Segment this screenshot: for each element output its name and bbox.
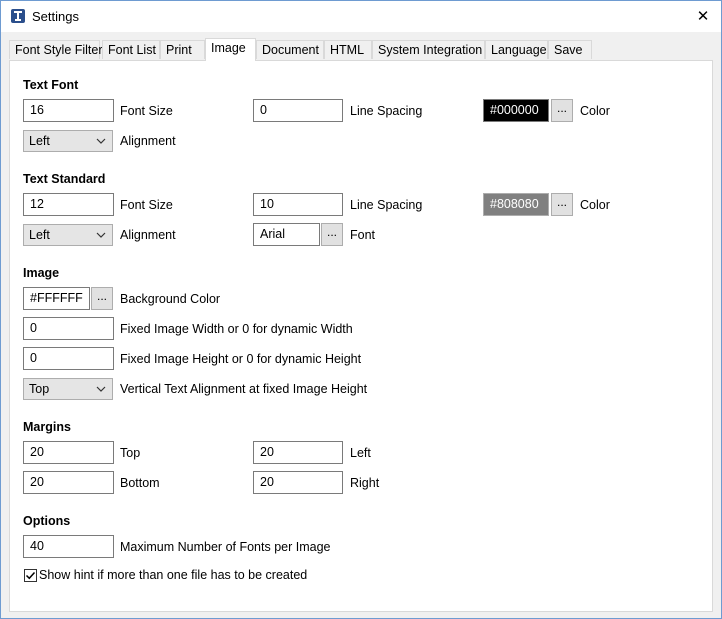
fixed-height-input[interactable]: 0 bbox=[23, 347, 114, 370]
text-font-color-swatch[interactable]: #000000 bbox=[483, 99, 549, 122]
tab-font-style-filter[interactable]: Font Style Filter bbox=[9, 40, 103, 59]
margin-top-input[interactable]: 20 bbox=[23, 441, 114, 464]
margin-left-label: Left bbox=[350, 446, 371, 460]
margin-right-input[interactable]: 20 bbox=[253, 471, 343, 494]
tab-html[interactable]: HTML bbox=[324, 40, 372, 59]
background-color-button[interactable]: ... bbox=[91, 287, 113, 310]
app-logo-icon bbox=[11, 9, 25, 23]
text-standard-font-size-label: Font Size bbox=[120, 198, 173, 212]
text-standard-color-button[interactable]: ... bbox=[551, 193, 573, 216]
margin-top-label: Top bbox=[120, 446, 141, 460]
max-fonts-input[interactable]: 40 bbox=[23, 535, 114, 558]
hint-checkbox-label[interactable]: Show hint if more than one file has to b… bbox=[39, 568, 307, 582]
hint-checkbox[interactable] bbox=[24, 569, 37, 582]
text-standard-line-spacing-label: Line Spacing bbox=[350, 198, 423, 212]
text-font-size-label: Font Size bbox=[120, 104, 173, 118]
background-color-input[interactable]: #FFFFFF bbox=[23, 287, 90, 310]
chevron-down-icon bbox=[96, 138, 106, 144]
text-standard-heading: Text Standard bbox=[23, 172, 106, 186]
background-color-label: Background Color bbox=[120, 292, 221, 306]
chevron-down-icon bbox=[96, 232, 106, 238]
text-standard-alignment-value: Left bbox=[29, 228, 50, 242]
settings-window: Settings ✕ Font Style Filter Font List P… bbox=[0, 0, 722, 619]
chevron-down-icon bbox=[96, 386, 106, 392]
text-standard-color-label: Color bbox=[580, 198, 610, 212]
fixed-width-label: Fixed Image Width or 0 for dynamic Width bbox=[120, 322, 353, 336]
title-bar: Settings ✕ bbox=[1, 1, 721, 32]
text-font-line-spacing-input[interactable]: 0 bbox=[253, 99, 343, 122]
margin-left-input[interactable]: 20 bbox=[253, 441, 343, 464]
text-standard-font-input[interactable]: Arial bbox=[253, 223, 320, 246]
text-standard-alignment-select[interactable]: Left bbox=[23, 224, 113, 246]
text-standard-font-button[interactable]: ... bbox=[321, 223, 343, 246]
margin-bottom-label: Bottom bbox=[120, 476, 160, 490]
vertical-alignment-value: Top bbox=[29, 382, 50, 396]
text-font-alignment-select[interactable]: Left bbox=[23, 130, 113, 152]
vertical-alignment-label: Vertical Text Alignment at fixed Image H… bbox=[120, 382, 368, 396]
text-font-alignment-value: Left bbox=[29, 134, 50, 148]
vertical-alignment-select[interactable]: Top bbox=[23, 378, 113, 400]
tab-strip: Font Style Filter Font List Print Image … bbox=[9, 38, 709, 61]
fixed-height-label: Fixed Image Height or 0 for dynamic Heig… bbox=[120, 352, 362, 366]
fixed-width-input[interactable]: 0 bbox=[23, 317, 114, 340]
close-icon[interactable]: ✕ bbox=[685, 1, 721, 32]
margin-bottom-input[interactable]: 20 bbox=[23, 471, 114, 494]
text-standard-line-spacing-input[interactable]: 10 bbox=[253, 193, 343, 216]
tab-save[interactable]: Save bbox=[548, 40, 592, 59]
margins-heading: Margins bbox=[23, 420, 71, 434]
text-font-color-label: Color bbox=[580, 104, 610, 118]
image-heading: Image bbox=[23, 266, 60, 280]
text-font-color-button[interactable]: ... bbox=[551, 99, 573, 122]
max-fonts-label: Maximum Number of Fonts per Image bbox=[120, 540, 331, 554]
window-title: Settings bbox=[32, 9, 79, 24]
tab-image[interactable]: Image bbox=[205, 38, 256, 61]
text-standard-color-swatch[interactable]: #808080 bbox=[483, 193, 549, 216]
text-standard-font-size-input[interactable]: 12 bbox=[23, 193, 114, 216]
margin-right-label: Right bbox=[350, 476, 380, 490]
tab-language[interactable]: Language bbox=[485, 40, 548, 59]
text-standard-font-label: Font bbox=[350, 228, 376, 242]
tab-font-list[interactable]: Font List bbox=[102, 40, 160, 59]
tab-document[interactable]: Document bbox=[256, 40, 324, 59]
text-standard-alignment-label: Alignment bbox=[120, 228, 176, 242]
text-font-size-input[interactable]: 16 bbox=[23, 99, 114, 122]
image-tab-panel: Text Font 16 Font Size 0 Line Spacing #0… bbox=[9, 60, 713, 612]
text-font-heading: Text Font bbox=[23, 78, 79, 92]
checkmark-icon bbox=[25, 571, 36, 580]
tab-print[interactable]: Print bbox=[160, 40, 205, 59]
options-heading: Options bbox=[23, 514, 71, 528]
text-font-alignment-label: Alignment bbox=[120, 134, 176, 148]
text-font-line-spacing-label: Line Spacing bbox=[350, 104, 423, 118]
tab-system-integration[interactable]: System Integration bbox=[372, 40, 485, 59]
